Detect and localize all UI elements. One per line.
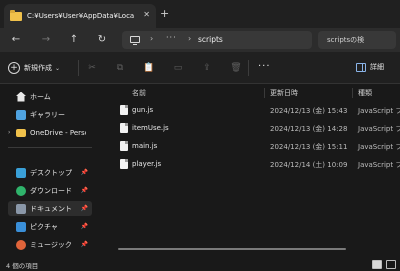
sidebar-item-label: ミュージック xyxy=(30,240,72,249)
chevron-right-icon[interactable]: › xyxy=(8,129,16,136)
paste-icon[interactable]: 📋 xyxy=(143,62,155,74)
file-modified: 2024/12/13 (金) 14:28 xyxy=(270,125,348,133)
divider xyxy=(8,147,92,148)
tiles-view-icon[interactable] xyxy=(386,260,396,269)
desktop-icon xyxy=(16,167,26,178)
column-header-modified[interactable]: 更新日時 xyxy=(270,85,298,101)
sidebar-item-home[interactable]: ホーム xyxy=(8,89,92,104)
file-icon xyxy=(120,105,128,115)
tab-current[interactable]: C:¥Users¥User¥AppData¥Loca ✕ xyxy=(4,4,156,28)
sidebar-item-label: ホーム xyxy=(30,92,51,101)
tab-title: C:¥Users¥User¥AppData¥Loca xyxy=(27,12,135,20)
pin-icon: 📌 xyxy=(80,169,88,176)
file-name: gun.js xyxy=(132,106,154,114)
sidebar-item-onedrive[interactable]: › OneDrive - Perso xyxy=(8,125,92,140)
navigation-bar: ← → ↑ ↻ › ··· › scripts scriptsの検 xyxy=(0,28,400,52)
sidebar-item-music[interactable]: ミュージック 📌 xyxy=(8,237,92,252)
home-icon xyxy=(16,91,26,102)
share-icon[interactable]: ⇪ xyxy=(201,62,213,74)
file-name: main.js xyxy=(132,142,158,150)
delete-icon[interactable]: 🗑 xyxy=(230,62,242,74)
close-tab-icon[interactable]: ✕ xyxy=(143,10,150,19)
sidebar-item-downloads[interactable]: ダウンロード 📌 xyxy=(8,183,92,198)
new-button-label: 新規作成 xyxy=(24,64,52,72)
file-modified: 2024/12/13 (金) 15:11 xyxy=(270,143,348,151)
sidebar-item-gallery[interactable]: ギャラリー xyxy=(8,107,92,122)
pictures-icon xyxy=(16,221,26,232)
table-row[interactable]: itemUse.js 2024/12/13 (金) 14:28 JavaScri… xyxy=(114,119,400,137)
sidebar-item-documents[interactable]: ドキュメント 📌 xyxy=(8,201,92,216)
file-name: itemUse.js xyxy=(132,124,169,132)
details-label: 詳細 xyxy=(370,63,384,71)
up-button[interactable]: ↑ xyxy=(66,32,82,48)
file-list: 名前 更新日時 種類 gun.js 2024/12/13 (金) 15:43 J… xyxy=(98,85,400,259)
refresh-button[interactable]: ↻ xyxy=(94,32,110,48)
column-divider[interactable] xyxy=(264,88,265,98)
gallery-icon xyxy=(16,109,26,120)
table-row[interactable]: player.js 2024/12/14 (土) 10:09 JavaScrip… xyxy=(114,155,400,173)
file-type: JavaScript ファイ xyxy=(358,143,400,151)
column-divider[interactable] xyxy=(352,88,353,98)
search-input[interactable]: scriptsの検 xyxy=(327,35,387,45)
music-icon xyxy=(16,239,26,250)
file-type: JavaScript ファイ xyxy=(358,107,400,115)
pin-icon: 📌 xyxy=(80,187,88,194)
chevron-down-icon: ⌄ xyxy=(55,64,61,72)
sidebar-item-desktop[interactable]: デスクトップ 📌 xyxy=(8,165,92,180)
new-tab-button[interactable]: + xyxy=(160,8,169,19)
status-bar: 4 個の項目 xyxy=(0,259,400,271)
column-header-name[interactable]: 名前 xyxy=(132,85,146,101)
sidebar-item-pictures[interactable]: ピクチャ 📌 xyxy=(8,219,92,234)
file-icon xyxy=(120,159,128,169)
search-box[interactable]: scriptsの検 xyxy=(318,31,396,49)
back-button[interactable]: ← xyxy=(8,32,24,48)
navigation-pane: ホーム ギャラリー › OneDrive - Perso デスクトップ 📌 ダウ… xyxy=(0,85,96,259)
plus-icon: + xyxy=(8,62,20,74)
copy-icon[interactable]: ⧉ xyxy=(114,62,126,74)
pin-icon: 📌 xyxy=(80,223,88,230)
details-pane-button[interactable]: 詳細 xyxy=(356,62,384,72)
breadcrumb-overflow-button[interactable]: ··· xyxy=(166,33,177,42)
address-bar[interactable]: › ··· › scripts xyxy=(122,31,312,49)
divider xyxy=(78,60,79,76)
rename-icon[interactable]: ▭ xyxy=(172,62,184,74)
sidebar-item-label: OneDrive - Perso xyxy=(30,128,86,137)
pin-icon: 📌 xyxy=(80,205,88,212)
divider xyxy=(248,60,249,76)
item-count: 4 個の項目 xyxy=(6,262,39,270)
pin-icon: 📌 xyxy=(80,241,88,248)
table-row[interactable]: main.js 2024/12/13 (金) 15:11 JavaScript … xyxy=(114,137,400,155)
more-options-button[interactable]: ··· xyxy=(258,61,271,72)
documents-icon xyxy=(16,203,26,214)
file-modified: 2024/12/14 (土) 10:09 xyxy=(270,161,348,169)
file-name: player.js xyxy=(132,160,162,168)
sidebar-item-label: デスクトップ xyxy=(30,168,72,177)
file-type: JavaScript ファイ xyxy=(358,161,400,169)
this-pc-icon[interactable] xyxy=(130,36,140,45)
new-button[interactable]: + 新規作成 ⌄ xyxy=(8,61,60,75)
breadcrumb-separator[interactable]: › xyxy=(188,34,191,43)
folder-icon xyxy=(10,9,22,21)
horizontal-scrollbar[interactable] xyxy=(118,248,346,250)
breadcrumb-current-folder[interactable]: scripts xyxy=(198,35,223,44)
file-modified: 2024/12/13 (金) 15:43 xyxy=(270,107,348,115)
command-bar: + 新規作成 ⌄ ✂ ⧉ 📋 ▭ ⇪ 🗑 ··· 詳細 xyxy=(0,52,400,84)
sidebar-item-label: ピクチャ xyxy=(30,222,58,231)
download-icon xyxy=(16,185,26,196)
sidebar-item-label: ドキュメント xyxy=(30,204,72,213)
onedrive-folder-icon xyxy=(16,128,26,137)
file-icon xyxy=(120,123,128,133)
cut-icon[interactable]: ✂ xyxy=(86,62,98,74)
table-row[interactable]: gun.js 2024/12/13 (金) 15:43 JavaScript フ… xyxy=(114,101,400,119)
breadcrumb-separator[interactable]: › xyxy=(150,34,153,43)
file-icon xyxy=(120,141,128,151)
details-pane-icon xyxy=(356,62,366,72)
details-view-icon[interactable] xyxy=(372,260,382,269)
title-bar: C:¥Users¥User¥AppData¥Loca ✕ + xyxy=(0,0,400,28)
file-type: JavaScript ファイ xyxy=(358,125,400,133)
forward-button[interactable]: → xyxy=(38,32,54,48)
sidebar-item-label: ダウンロード xyxy=(30,186,72,195)
sidebar-item-label: ギャラリー xyxy=(30,110,65,119)
column-header-type[interactable]: 種類 xyxy=(358,85,372,101)
